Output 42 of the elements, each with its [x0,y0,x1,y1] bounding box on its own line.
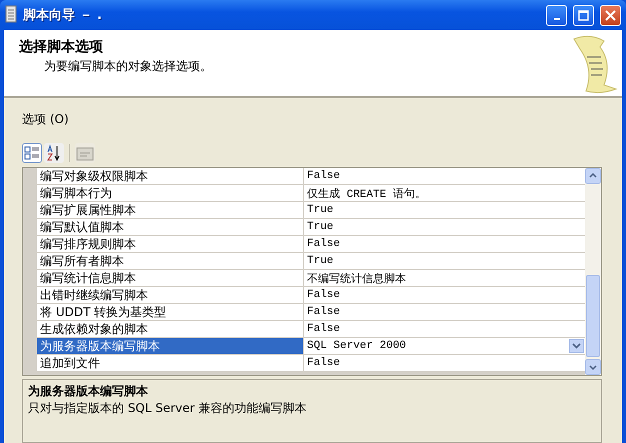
categorized-view-button[interactable] [22,143,42,163]
property-value[interactable]: False [307,357,340,369]
property-value[interactable]: False [307,289,340,301]
property-value[interactable]: 仅生成 CREATE 语句。 [307,186,426,200]
property-name[interactable]: 编写统计信息脚本 [37,270,304,286]
window-title: 脚本向导 － . [23,7,103,24]
property-value[interactable]: False [307,306,340,318]
property-value[interactable]: 不编写统计信息脚本 [307,270,406,286]
property-name[interactable]: 编写所有者脚本 [37,253,304,269]
property-name[interactable]: 将 UDDT 转换为基类型 [37,304,304,320]
scrollbar[interactable] [585,168,601,375]
description-title: 为服务器版本编写脚本 [28,383,149,400]
property-name[interactable]: 编写默认值脚本 [37,219,304,235]
property-name[interactable]: 出错时继续编写脚本 [37,287,304,303]
maximize-icon [578,10,589,20]
property-value[interactable]: True [307,204,334,216]
property-name[interactable]: 追加到文件 [37,355,304,371]
property-value[interactable]: True [307,221,334,233]
page-subtitle: 为要编写脚本的对象选择选项。 [44,58,212,75]
close-button[interactable] [600,4,621,26]
chevron-down-icon [572,343,581,349]
page-title: 选择脚本选项 [19,38,104,56]
property-value[interactable]: False [307,323,340,335]
property-name[interactable]: 编写扩展属性脚本 [37,202,304,218]
dropdown-button[interactable] [569,339,584,353]
close-icon [605,10,616,20]
minimize-icon [554,18,560,20]
property-name[interactable]: 为服务器版本编写脚本 [37,338,304,354]
property-value[interactable]: True [307,255,334,267]
property-name[interactable]: 编写脚本行为 [37,185,304,201]
property-name[interactable]: 编写对象级权限脚本 [37,168,304,184]
sort-alphabetical-button[interactable] [44,143,64,163]
maximize-button[interactable] [573,4,594,26]
options-label: 选项 (O) [22,111,69,128]
description-text: 只对与指定版本的 SQL Server 兼容的功能编写脚本 [28,400,308,417]
property-value[interactable]: False [307,170,340,182]
minimize-button[interactable] [546,4,567,26]
property-value[interactable]: SQL Server 2000 [307,340,406,352]
property-name[interactable]: 生成依赖对象的脚本 [37,321,304,337]
property-name[interactable]: 编写排序规则脚本 [37,236,304,252]
property-value[interactable]: False [307,238,340,250]
document-icon [5,4,17,22]
